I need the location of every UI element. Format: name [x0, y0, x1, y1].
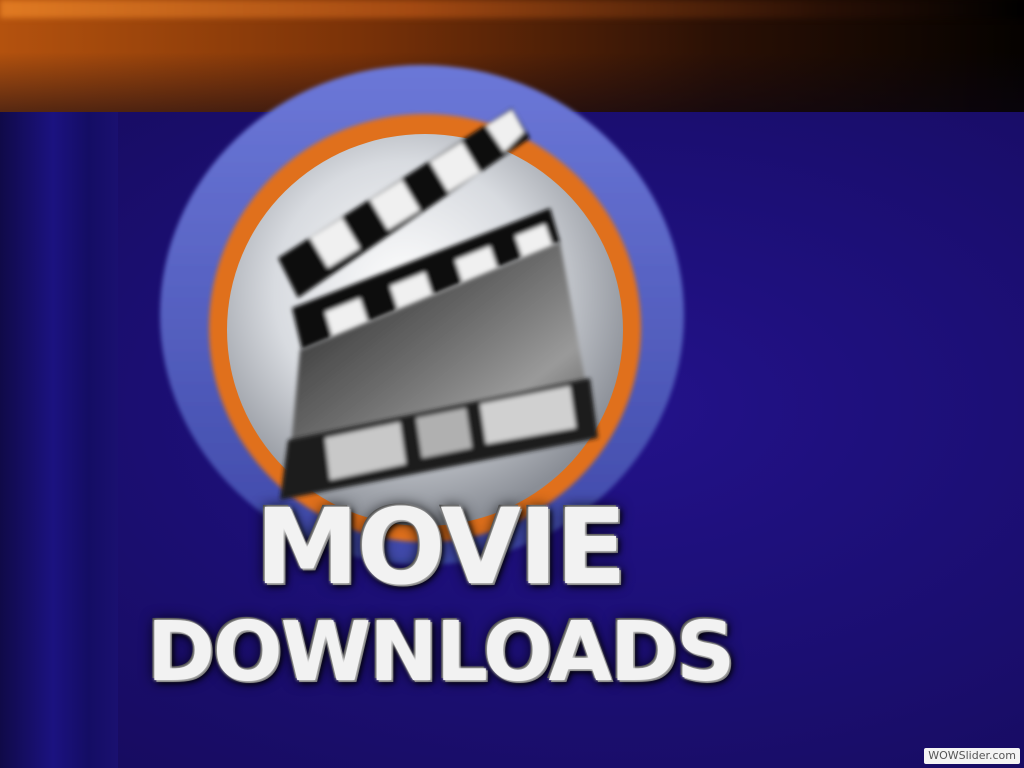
watermark-label[interactable]: WOWSlider.com: [924, 748, 1020, 764]
logo-title-line2: DOWNLOADS: [146, 605, 735, 700]
movie-downloads-logo: MOVIE DOWNLOADS: [120, 60, 760, 720]
left-stripe: [0, 112, 118, 768]
logo-title-line1: MOVIE: [255, 486, 626, 608]
slide-image: MOVIE DOWNLOADS WOWSlider.com: [0, 0, 1024, 768]
